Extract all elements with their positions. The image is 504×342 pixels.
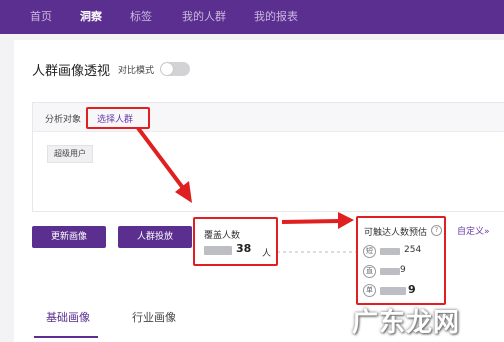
arrow-to-coverage-line (136, 126, 185, 190)
select-audience-highlight (86, 107, 150, 129)
reach-highlight (356, 216, 446, 305)
arrow-to-reach-line (281, 219, 341, 224)
coverage-highlight (193, 217, 278, 266)
arrow-to-coverage-head (175, 181, 192, 203)
arrow-to-reach-head (338, 212, 354, 229)
watermark-logo: 广东龙网 (352, 308, 461, 338)
